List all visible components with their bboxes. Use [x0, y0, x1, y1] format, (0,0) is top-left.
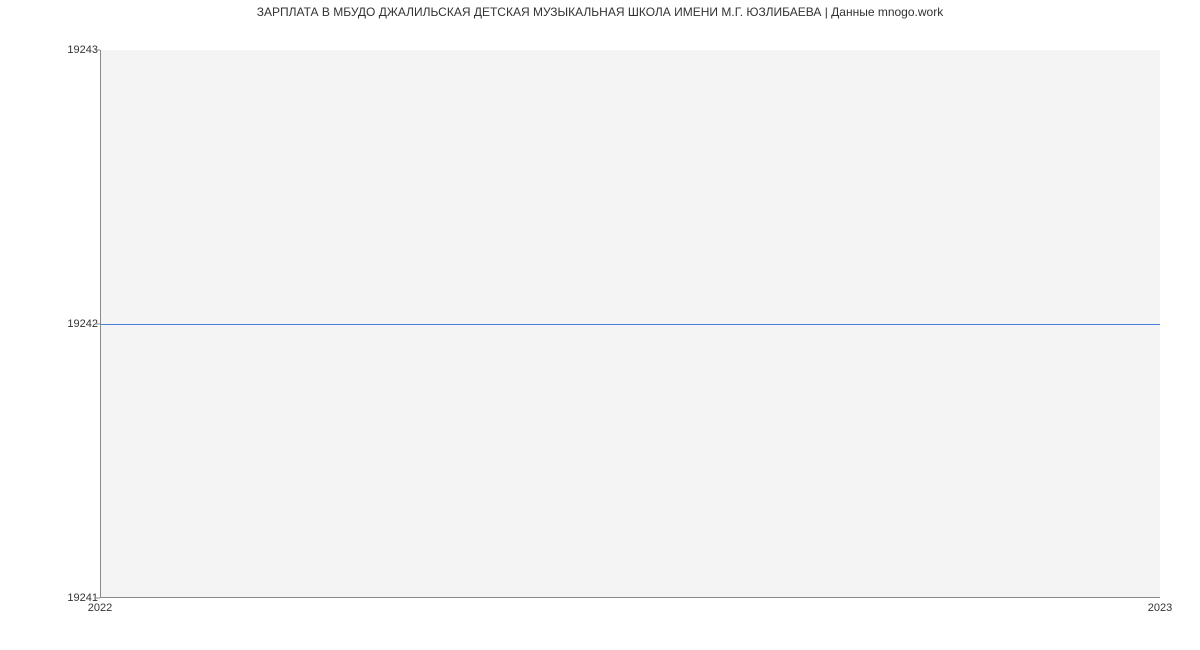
y-tick-label: 19242: [38, 318, 98, 330]
plot-area: [100, 50, 1160, 598]
data-line: [101, 324, 1160, 325]
chart-title: ЗАРПЛАТА В МБУДО ДЖАЛИЛЬСКАЯ ДЕТСКАЯ МУЗ…: [0, 5, 1200, 19]
y-tick-label: 19243: [38, 44, 98, 56]
y-tick-mark: [95, 50, 100, 51]
y-tick-mark: [95, 324, 100, 325]
x-tick-label: 2023: [1148, 602, 1172, 614]
x-tick-label: 2022: [88, 602, 112, 614]
y-tick-mark: [95, 598, 100, 599]
